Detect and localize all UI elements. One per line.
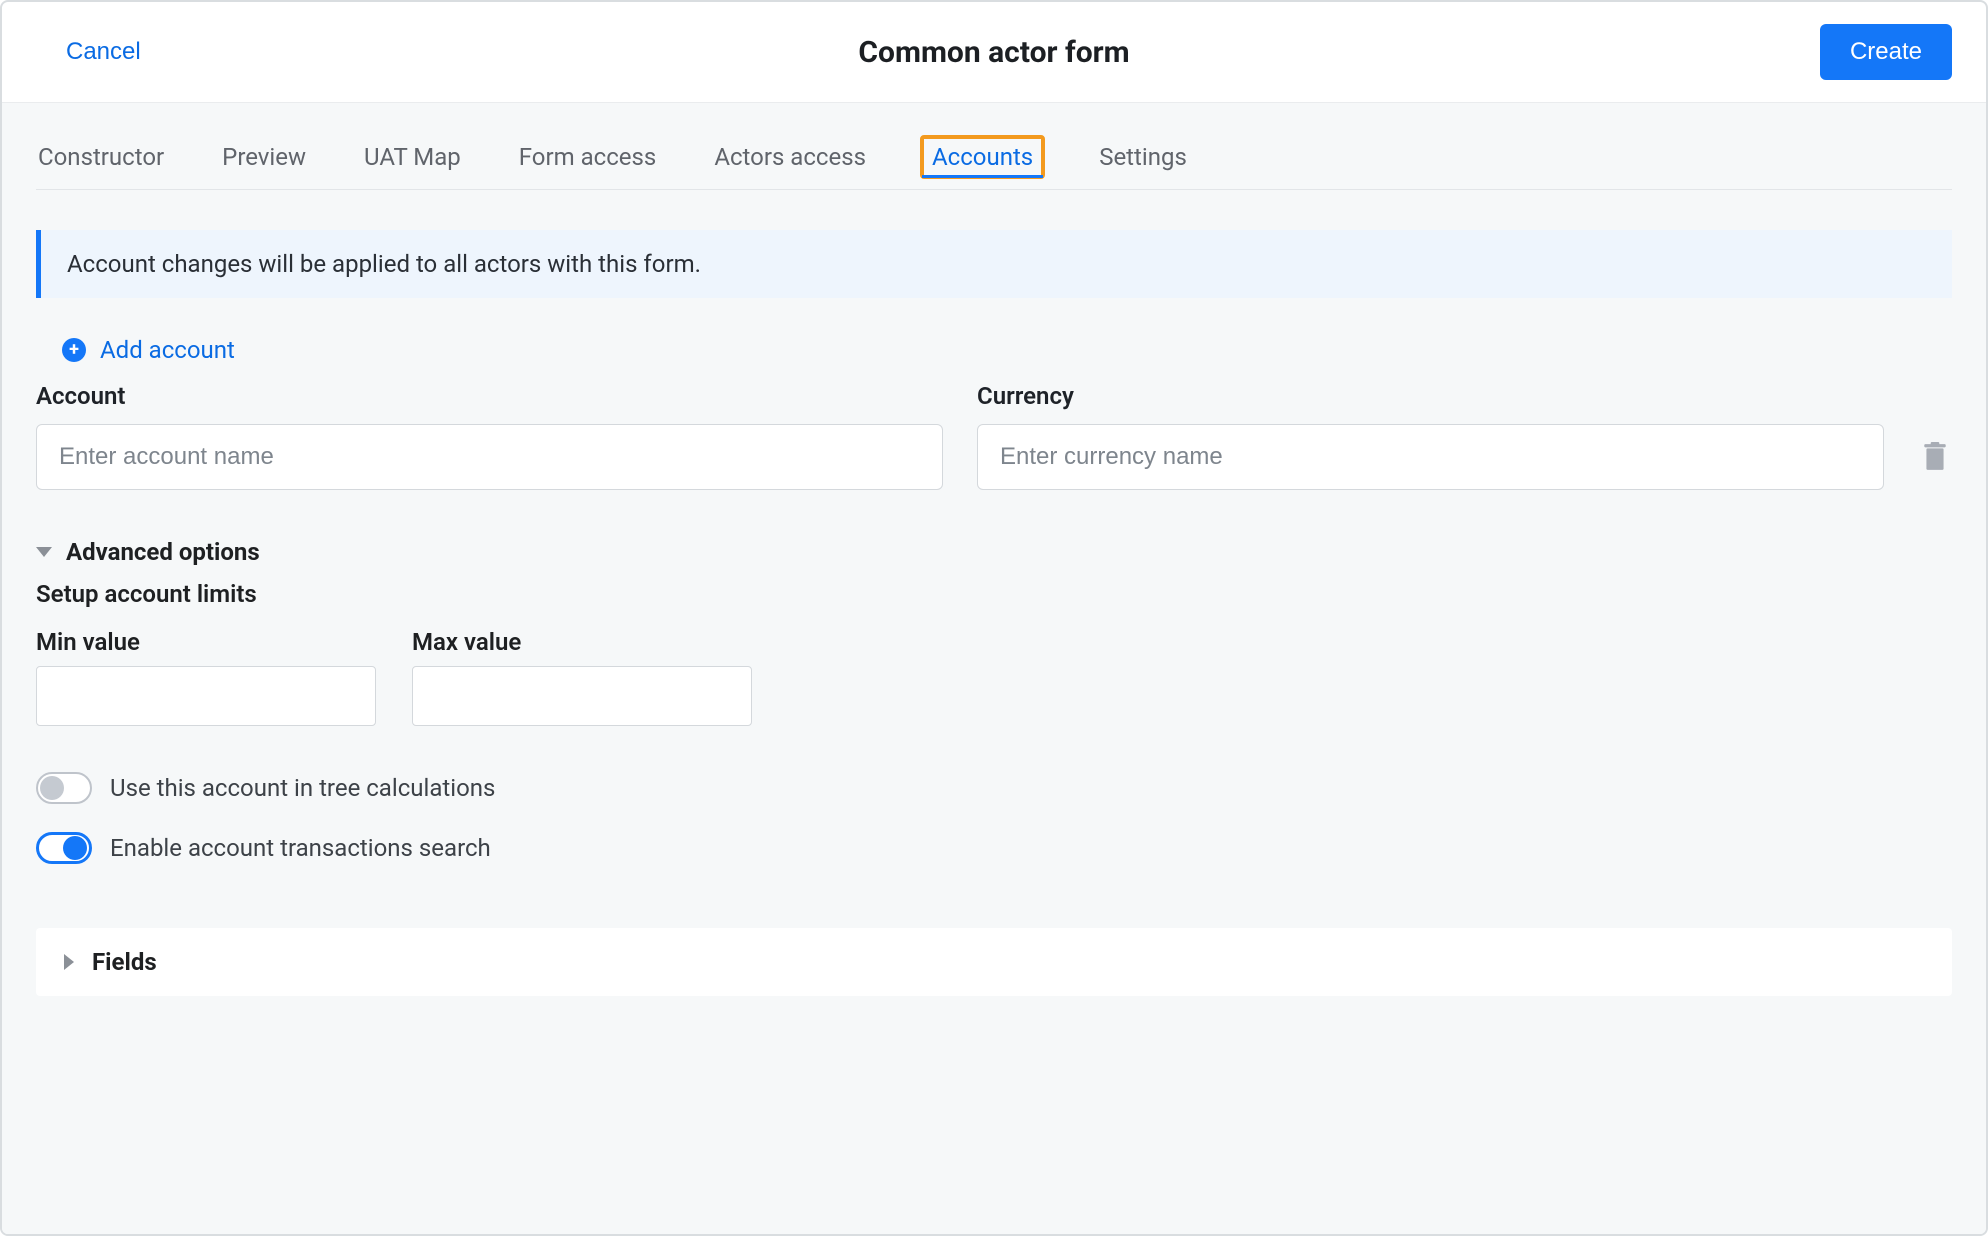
delete-account-button[interactable] — [1918, 442, 1952, 472]
account-name-input[interactable] — [36, 424, 943, 490]
transactions-search-label: Enable account transactions search — [110, 834, 491, 862]
tree-calculations-label: Use this account in tree calculations — [110, 774, 495, 802]
cancel-button[interactable]: Cancel — [66, 38, 141, 66]
fields-section-label: Fields — [92, 948, 157, 976]
tab-constructor[interactable]: Constructor — [36, 133, 166, 189]
tab-accounts[interactable]: Accounts — [922, 137, 1043, 177]
dialog-title: Common actor form — [858, 35, 1129, 70]
advanced-options-label: Advanced options — [66, 538, 260, 566]
trash-icon — [1922, 442, 1948, 472]
tab-bar: Constructor Preview UAT Map Form access … — [36, 103, 1952, 190]
tab-form-access[interactable]: Form access — [517, 133, 659, 189]
tab-settings[interactable]: Settings — [1097, 133, 1189, 189]
create-button[interactable]: Create — [1820, 24, 1952, 80]
caret-down-icon — [36, 547, 52, 557]
tree-calculations-toggle[interactable] — [36, 772, 92, 804]
account-limits-heading: Setup account limits — [36, 580, 1952, 608]
currency-label: Currency — [977, 382, 1884, 410]
max-value-label: Max value — [412, 628, 752, 656]
add-account-button[interactable]: + Add account — [36, 336, 235, 364]
plus-circle-icon: + — [62, 338, 86, 362]
dialog-header: Cancel Common actor form Create — [2, 2, 1986, 103]
currency-name-input[interactable] — [977, 424, 1884, 490]
fields-section-toggle[interactable]: Fields — [36, 928, 1952, 996]
transactions-search-toggle[interactable] — [36, 832, 92, 864]
max-value-input[interactable] — [412, 666, 752, 726]
toggle-knob — [63, 836, 87, 860]
account-label: Account — [36, 382, 943, 410]
info-banner: Account changes will be applied to all a… — [36, 230, 1952, 298]
toggle-knob — [40, 776, 64, 800]
min-value-label: Min value — [36, 628, 376, 656]
tab-actors-access[interactable]: Actors access — [712, 133, 868, 189]
tab-preview[interactable]: Preview — [220, 133, 308, 189]
tab-uat-map[interactable]: UAT Map — [362, 133, 463, 189]
min-value-input[interactable] — [36, 666, 376, 726]
add-account-label: Add account — [100, 336, 235, 364]
dialog-content: Constructor Preview UAT Map Form access … — [2, 103, 1986, 1235]
caret-right-icon — [64, 954, 74, 970]
advanced-options-toggle[interactable]: Advanced options — [36, 538, 1952, 566]
